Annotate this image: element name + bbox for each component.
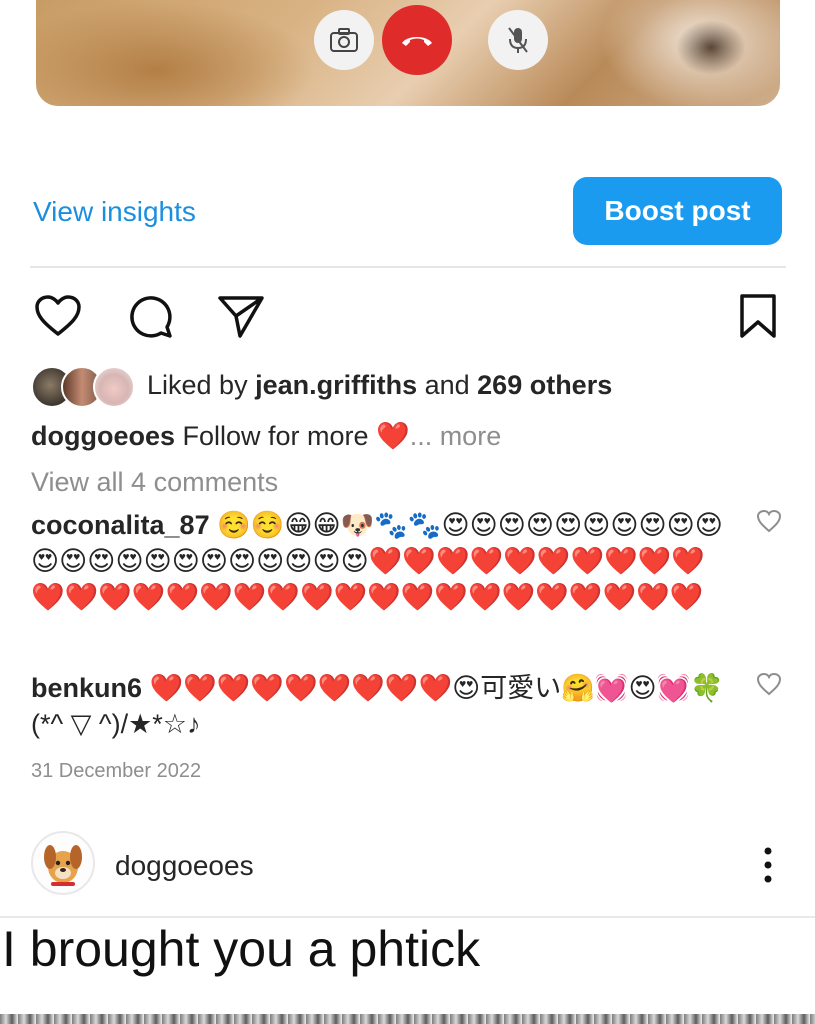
caption-more-link[interactable]: ... more <box>410 421 502 451</box>
avatar[interactable] <box>31 831 95 895</box>
comment-username[interactable]: coconalita_87 <box>31 510 210 540</box>
liker-avatars[interactable] <box>31 366 135 408</box>
post-date: 31 December 2022 <box>31 760 202 782</box>
divider <box>0 916 815 918</box>
mute-button[interactable] <box>488 10 548 70</box>
caption-text: Follow for more ❤️ <box>175 421 410 451</box>
likes-summary[interactable]: Liked by jean.griffiths and 269 others <box>147 370 612 401</box>
comment: benkun6 ❤️❤️❤️❤️❤️❤️❤️❤️❤️😍可愛い🤗💓😍💓🍀(*^ ▽… <box>31 670 731 742</box>
post-image-caption-text: I brought you a phtick <box>2 921 481 977</box>
likes-count[interactable]: 269 others <box>477 370 612 400</box>
comment: coconalita_87 ☺️☺️😁😁🐶🐾🐾😍😍😍😍😍😍😍😍😍😍😍😍😍😍😍😍😍… <box>31 507 731 615</box>
comment-like-heart-icon[interactable] <box>756 508 782 534</box>
share-icon[interactable] <box>216 292 264 340</box>
view-all-comments-link[interactable]: View all 4 comments <box>31 467 278 498</box>
mic-off-icon <box>508 27 528 53</box>
boost-post-button[interactable]: Boost post <box>573 177 782 245</box>
divider <box>30 266 786 268</box>
more-options-icon[interactable] <box>760 845 776 885</box>
bookmark-icon[interactable] <box>734 292 782 340</box>
post-author-username[interactable]: doggoeoes <box>115 850 254 882</box>
comment-icon[interactable] <box>126 292 174 340</box>
comment-username[interactable]: benkun6 <box>31 673 142 703</box>
phone-hangup-icon <box>402 37 432 46</box>
heart-icon[interactable] <box>34 292 82 340</box>
liker-username[interactable]: jean.griffiths <box>255 370 417 400</box>
avatar <box>93 366 135 408</box>
camera-flip-icon <box>330 28 358 52</box>
camera-flip-button[interactable] <box>314 10 374 70</box>
comment-like-heart-icon[interactable] <box>756 671 782 697</box>
caption-username[interactable]: doggoeoes <box>31 421 175 451</box>
dog-avatar-icon <box>44 845 82 886</box>
post-image[interactable] <box>0 1014 815 1024</box>
video-call-preview <box>36 0 780 106</box>
end-call-button[interactable] <box>382 5 452 75</box>
post-caption: doggoeoes Follow for more ❤️... more <box>31 420 501 452</box>
view-insights-link[interactable]: View insights <box>33 196 196 228</box>
